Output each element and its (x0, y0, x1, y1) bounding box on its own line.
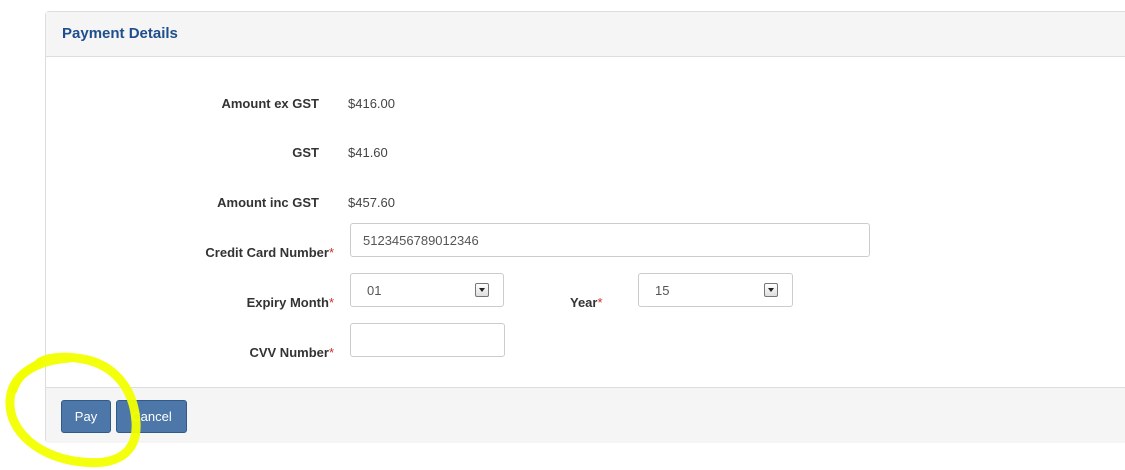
credit-card-number-input[interactable] (350, 223, 870, 257)
required-marker: * (328, 295, 334, 310)
amount-inc-gst-value: $457.60 (348, 195, 395, 210)
credit-card-number-label-text: Credit Card Number (205, 245, 329, 260)
amount-ex-gst-label: Amount ex GST (221, 96, 319, 111)
required-marker: * (328, 245, 334, 260)
cvv-number-label-text: CVV Number (249, 345, 329, 360)
year-select[interactable]: 15 (638, 273, 793, 307)
expiry-month-label: Expiry Month* (247, 295, 334, 310)
credit-card-number-label: Credit Card Number* (205, 245, 334, 260)
gst-label: GST (292, 145, 319, 160)
amount-inc-gst-label: Amount inc GST (217, 195, 319, 210)
panel-header: Payment Details (46, 12, 1125, 57)
dropdown-arrow-icon[interactable] (764, 283, 778, 297)
payment-details-panel: Payment Details Amount ex GST $416.00 GS… (45, 11, 1125, 443)
pay-button[interactable]: Pay (61, 400, 111, 433)
expiry-month-selected-value: 01 (367, 283, 382, 298)
year-label-text: Year (570, 295, 598, 310)
required-marker: * (597, 295, 603, 310)
page: Payment Details Amount ex GST $416.00 GS… (0, 0, 1125, 470)
amount-ex-gst-value: $416.00 (348, 96, 395, 111)
expiry-month-label-text: Expiry Month (246, 295, 329, 310)
panel-title: Payment Details (62, 25, 178, 42)
year-selected-value: 15 (655, 283, 670, 298)
cvv-number-input[interactable] (350, 323, 505, 357)
year-label: Year* (570, 295, 603, 310)
cvv-number-label: CVV Number* (249, 345, 334, 360)
dropdown-arrow-icon[interactable] (475, 283, 489, 297)
gst-value: $41.60 (348, 145, 388, 160)
panel-footer: Pay Cancel (46, 387, 1125, 443)
expiry-month-select[interactable]: 01 (350, 273, 504, 307)
required-marker: * (328, 345, 334, 360)
cancel-button[interactable]: Cancel (116, 400, 187, 433)
